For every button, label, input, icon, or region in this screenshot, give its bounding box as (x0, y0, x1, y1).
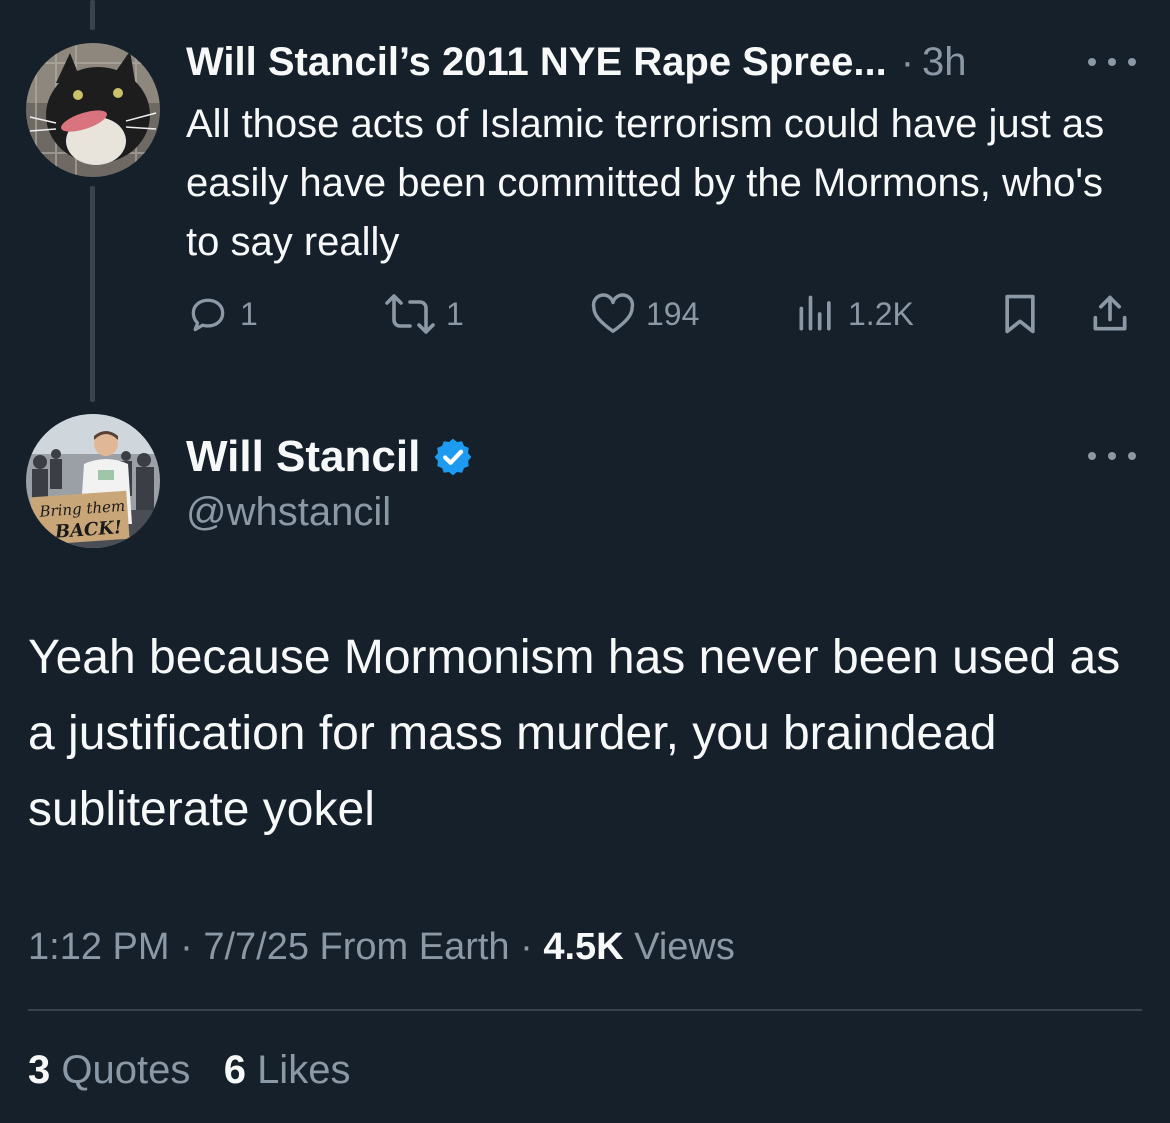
heart-icon (591, 293, 635, 333)
main-more-options-icon[interactable] (1088, 448, 1136, 464)
like-button[interactable]: 194 (590, 288, 699, 340)
repost-button[interactable]: 1 (384, 288, 464, 340)
meta-dot: · (180, 926, 193, 968)
quotes-link[interactable]: 3 Quotes (28, 1048, 190, 1092)
views-count: 1.2K (848, 295, 914, 332)
main-display-name[interactable]: Will Stancil (186, 430, 420, 484)
parent-action-bar: 1 1 194 1.2K (186, 288, 1136, 340)
verified-badge-icon (434, 438, 472, 476)
views-button[interactable]: 1.2K (794, 288, 914, 340)
parent-display-name[interactable]: Will Stancil’s 2011 NYE Rape Spree... (186, 36, 887, 88)
parent-tweet-header: Will Stancil’s 2011 NYE Rape Spree... · … (186, 36, 1066, 88)
repost-icon (385, 294, 435, 334)
repost-count: 1 (446, 295, 464, 332)
parent-avatar[interactable] (26, 43, 160, 177)
reply-button[interactable]: 1 (186, 288, 258, 340)
main-avatar[interactable]: Bring them BACK! (26, 414, 160, 548)
share-icon (1093, 295, 1127, 331)
more-options-icon[interactable] (1088, 54, 1136, 70)
reply-icon (191, 298, 225, 332)
parent-tweet-text: All those acts of Islamic terrorism coul… (186, 102, 1105, 264)
likes-count: 6 (223, 1048, 246, 1092)
parent-timestamp[interactable]: 3h (922, 36, 967, 88)
bookmark-button[interactable] (998, 288, 1042, 340)
tweet-time[interactable]: 1:12 PM (28, 926, 170, 968)
main-tweet-header: Will Stancil (186, 430, 474, 484)
tweet-meta: 1:12 PM · 7/7/25 From Earth · 4.5K Views (28, 920, 735, 974)
reply-count: 1 (240, 295, 258, 332)
main-tweet-text: Yeah because Mormonism has never been us… (28, 631, 1121, 836)
divider (28, 1009, 1142, 1011)
quotes-count: 3 (28, 1048, 51, 1092)
likes-link[interactable]: 6 Likes (224, 1048, 351, 1092)
meta-dot-2: · (520, 926, 533, 968)
bookmark-icon (1005, 294, 1035, 334)
quotes-label: Quotes (61, 1048, 191, 1092)
profile-photo-avatar: Bring them BACK! (26, 414, 160, 548)
main-handle[interactable]: @whstancil (186, 486, 391, 538)
like-count: 194 (646, 295, 700, 332)
views-label: Views (634, 926, 735, 968)
thread-line (90, 186, 95, 402)
views-total: 4.5K (543, 926, 624, 968)
likes-label: Likes (257, 1048, 351, 1092)
views-icon (799, 295, 831, 331)
engagement-stats: 3 Quotes 6 Likes (28, 1043, 350, 1097)
header-separator: · (900, 40, 915, 84)
cat-photo-avatar (26, 43, 160, 177)
share-button[interactable] (1088, 288, 1132, 340)
thread-line-top (90, 0, 95, 30)
tweet-date-source: 7/7/25 From Earth (203, 926, 510, 968)
